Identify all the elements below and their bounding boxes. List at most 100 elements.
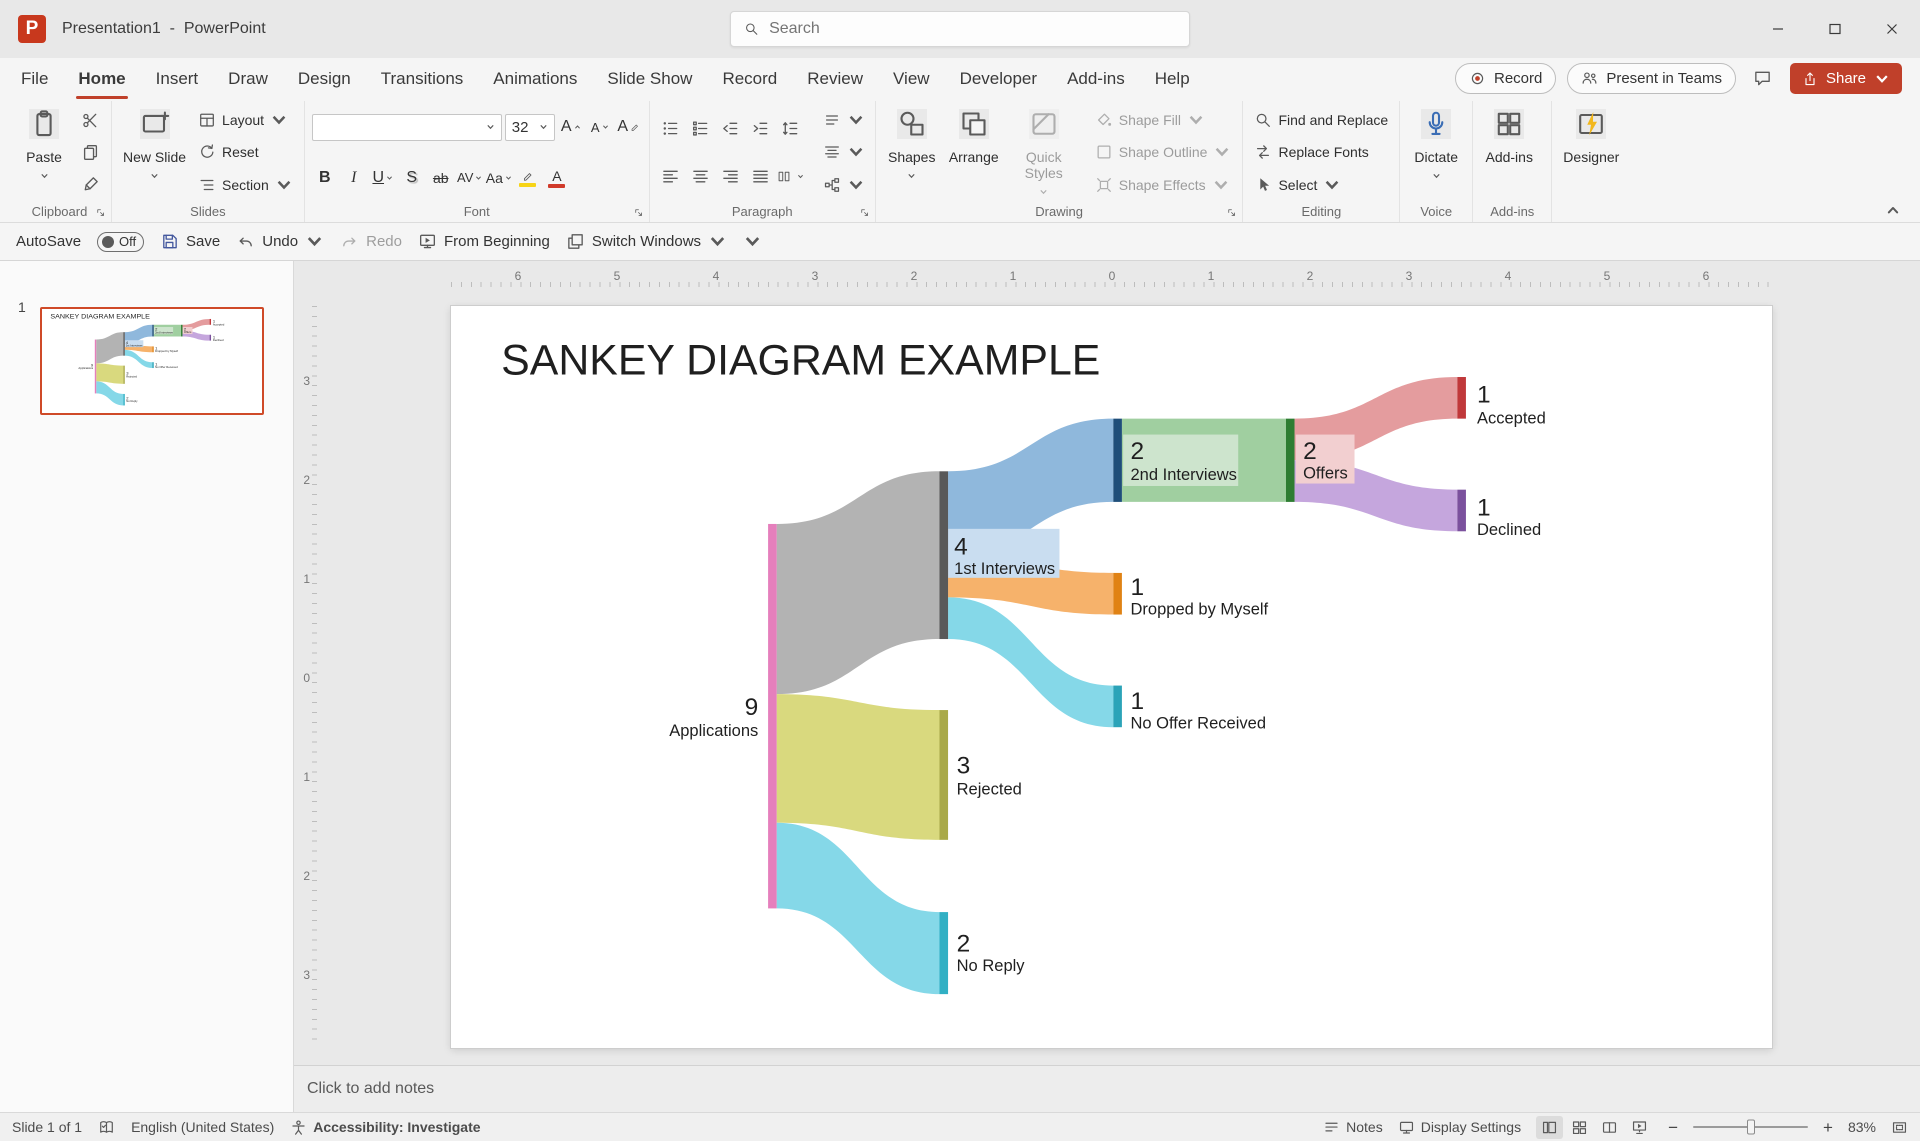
slide-title[interactable]: SANKEY DIAGRAM EXAMPLE	[50, 314, 150, 320]
dialog-launcher-icon[interactable]	[633, 207, 644, 218]
quick-styles-button[interactable]: Quick Styles	[1007, 104, 1081, 201]
ribbon-tab-review[interactable]: Review	[792, 58, 878, 99]
dialog-launcher-icon[interactable]	[95, 207, 106, 218]
reset-button[interactable]: Reset	[194, 141, 297, 163]
ribbon-tab-design[interactable]: Design	[283, 58, 366, 99]
search-input[interactable]	[769, 20, 1176, 38]
save-button[interactable]: Save	[160, 232, 220, 251]
increase-indent-button[interactable]	[747, 115, 774, 141]
align-left-button[interactable]	[657, 164, 684, 190]
ribbon-tab-help[interactable]: Help	[1140, 58, 1205, 99]
ribbon-tab-animations[interactable]: Animations	[478, 58, 592, 99]
ribbon-tab-slide-show[interactable]: Slide Show	[592, 58, 707, 99]
justify-button[interactable]	[747, 164, 774, 190]
align-text-button[interactable]	[820, 142, 868, 162]
align-right-button[interactable]	[717, 164, 744, 190]
reading-view-button[interactable]	[1596, 1116, 1623, 1139]
arrange-button[interactable]: Arrange	[945, 104, 1003, 201]
strikethrough-button[interactable]: ab	[428, 164, 454, 191]
character-spacing-button[interactable]: AV	[457, 164, 483, 191]
paste-button[interactable]: Paste	[15, 104, 73, 201]
ribbon-tab-add-ins[interactable]: Add-ins	[1052, 58, 1140, 99]
zoom-level[interactable]: 83%	[1848, 1119, 1876, 1135]
share-button[interactable]: Share	[1790, 63, 1902, 94]
ribbon-tab-developer[interactable]: Developer	[945, 58, 1053, 99]
align-center-button[interactable]	[687, 164, 714, 190]
zoom-in-button[interactable]: +	[1823, 1119, 1833, 1136]
display-settings-button[interactable]: Display Settings	[1398, 1119, 1521, 1136]
format-painter-button[interactable]	[77, 171, 104, 197]
layout-button[interactable]: Layout	[194, 109, 297, 131]
collapse-ribbon-button[interactable]	[1886, 206, 1900, 215]
language-indicator[interactable]: English (United States)	[131, 1119, 274, 1135]
fit-to-window-button[interactable]	[1891, 1119, 1908, 1136]
ribbon-tab-file[interactable]: File	[6, 58, 63, 99]
vertical-ruler[interactable]: 3210123	[300, 306, 317, 1048]
slide-thumbnail[interactable]: SANKEY DIAGRAM EXAMPLE9Applications41st …	[40, 307, 264, 415]
shapes-button[interactable]: Shapes	[883, 104, 941, 201]
ribbon-tab-insert[interactable]: Insert	[141, 58, 214, 99]
record-button[interactable]: Record	[1455, 63, 1556, 94]
text-direction-button[interactable]	[820, 110, 868, 130]
from-beginning-button[interactable]: From Beginning	[418, 232, 550, 251]
bold-button[interactable]: B	[312, 164, 338, 191]
redo-button[interactable]: Redo	[340, 232, 402, 251]
change-case-button[interactable]: Aa	[486, 164, 512, 191]
line-spacing-button[interactable]	[777, 115, 804, 141]
ribbon-tab-record[interactable]: Record	[707, 58, 792, 99]
replace-fonts-button[interactable]: Replace Fonts	[1250, 141, 1392, 163]
columns-button[interactable]	[777, 164, 804, 190]
comments-button[interactable]	[1747, 63, 1779, 95]
new-slide-button[interactable]: New Slide	[119, 104, 190, 201]
notes-toggle-button[interactable]: Notes	[1323, 1119, 1383, 1136]
minimize-button[interactable]	[1749, 0, 1806, 58]
cut-button[interactable]	[77, 108, 104, 134]
ribbon-tab-draw[interactable]: Draw	[213, 58, 283, 99]
slideshow-view-button[interactable]	[1626, 1116, 1653, 1139]
slide-canvas[interactable]: SANKEY DIAGRAM EXAMPLE9Applications41st …	[451, 306, 1772, 1048]
font-name-select[interactable]	[312, 114, 502, 141]
bullets-button[interactable]	[657, 115, 684, 141]
shape-outline-button[interactable]: Shape Outline	[1091, 141, 1236, 163]
normal-view-button[interactable]	[1536, 1116, 1563, 1139]
horizontal-ruler[interactable]: 6543210123456	[451, 269, 1772, 287]
highlight-color-button[interactable]	[515, 164, 541, 191]
shape-effects-button[interactable]: Shape Effects	[1091, 174, 1236, 196]
dictate-button[interactable]: Dictate	[1407, 104, 1465, 201]
shape-fill-button[interactable]: Shape Fill	[1091, 109, 1236, 131]
italic-button[interactable]: I	[341, 164, 367, 191]
font-color-button[interactable]: A	[544, 164, 570, 191]
font-size-select[interactable]: 32	[505, 114, 555, 141]
dialog-launcher-icon[interactable]	[1226, 207, 1237, 218]
decrease-font-size-button[interactable]: A	[587, 114, 613, 141]
slide-sorter-view-button[interactable]	[1566, 1116, 1593, 1139]
select-button[interactable]: Select	[1250, 174, 1392, 196]
decrease-indent-button[interactable]	[717, 115, 744, 141]
section-button[interactable]: Section	[194, 174, 297, 196]
find-and-replace-button[interactable]: Find and Replace	[1250, 109, 1392, 131]
numbering-button[interactable]	[687, 115, 714, 141]
accessibility-icon[interactable]	[290, 1119, 307, 1136]
zoom-out-button[interactable]: −	[1668, 1119, 1678, 1136]
underline-button[interactable]: U	[370, 164, 396, 191]
add-ins-button[interactable]: Add-ins	[1480, 104, 1538, 201]
ribbon-tab-view[interactable]: View	[878, 58, 945, 99]
accessibility-status[interactable]: Accessibility: Investigate	[313, 1119, 480, 1135]
copy-button[interactable]	[77, 139, 104, 165]
autosave-toggle[interactable]: Off	[97, 232, 144, 252]
ribbon-tab-transitions[interactable]: Transitions	[366, 58, 479, 99]
spellcheck-icon[interactable]	[98, 1119, 115, 1136]
slide-title[interactable]: SANKEY DIAGRAM EXAMPLE	[501, 337, 1100, 385]
clear-formatting-button[interactable]: A	[616, 114, 642, 141]
dialog-launcher-icon[interactable]	[859, 207, 870, 218]
slide-indicator[interactable]: Slide 1 of 1	[12, 1119, 82, 1135]
slide-editor-canvas[interactable]: 6543210123456 3210123 SANKEY DIAGRAM EXA…	[294, 261, 1920, 1065]
close-button[interactable]	[1863, 0, 1920, 58]
ribbon-tab-home[interactable]: Home	[63, 58, 140, 99]
customize-qat-button[interactable]	[743, 232, 762, 251]
present-in-teams-button[interactable]: Present in Teams	[1567, 63, 1736, 94]
zoom-slider[interactable]	[1693, 1126, 1808, 1128]
increase-font-size-button[interactable]: A	[558, 114, 584, 141]
convert-to-smartart-button[interactable]	[820, 175, 868, 195]
search-box[interactable]	[730, 11, 1190, 47]
